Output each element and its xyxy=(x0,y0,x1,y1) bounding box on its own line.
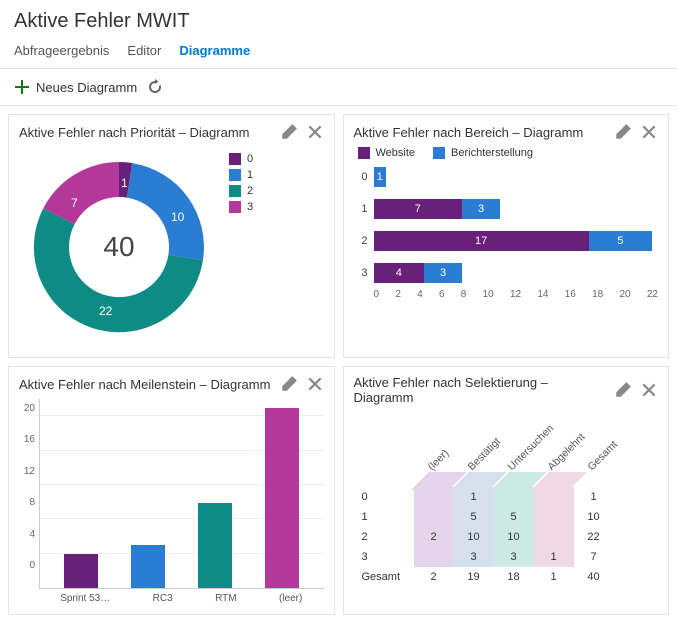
pivot-col-header: Abgelehnt xyxy=(545,431,587,473)
close-icon[interactable] xyxy=(640,381,658,399)
close-icon[interactable] xyxy=(306,375,324,393)
panel-priority: Aktive Fehler nach Priorität – Diagramm xyxy=(8,114,335,358)
panel-title: Aktive Fehler nach Selektierung – Diagra… xyxy=(354,375,607,405)
tab-editor[interactable]: Editor xyxy=(127,43,161,58)
refresh-icon[interactable] xyxy=(147,79,163,95)
close-icon[interactable] xyxy=(640,123,658,141)
hbar-legend: Website Berichterstellung xyxy=(358,147,659,159)
panel-title: Aktive Fehler nach Priorität – Diagramm xyxy=(19,125,272,140)
hbar-cat-label: 3 xyxy=(354,267,368,279)
close-icon[interactable] xyxy=(306,123,324,141)
hbar-cat-label: 2 xyxy=(354,235,368,247)
donut-label-2: 22 xyxy=(99,304,113,318)
pivot-col-header: Bestätigt xyxy=(465,436,502,473)
panel-selection: Aktive Fehler nach Selektierung – Diagra… xyxy=(343,366,670,615)
column-chart: 201612840 xyxy=(19,399,324,589)
column-bar xyxy=(64,554,98,588)
hbar-seg: 1 xyxy=(374,167,387,187)
x-axis: 0246810121416182022 xyxy=(374,289,659,300)
hbar-cat-label: 1 xyxy=(354,203,368,215)
donut-center: 40 xyxy=(103,231,134,263)
table-row: 3 3317 xyxy=(358,547,614,567)
legend-item: 0 xyxy=(247,153,253,165)
legend-item: 2 xyxy=(247,185,253,197)
legend-item: 1 xyxy=(247,169,253,181)
donut-label-3: 7 xyxy=(71,196,78,210)
tab-charts[interactable]: Diagramme xyxy=(179,43,250,58)
donut-label-0: 1 xyxy=(121,176,128,190)
hbar-seg: 3 xyxy=(462,199,500,219)
hbar-seg: 7 xyxy=(374,199,463,219)
panel-area: Aktive Fehler nach Bereich – Diagramm We… xyxy=(343,114,670,358)
donut-legend: 0 1 2 3 xyxy=(229,147,253,213)
panel-title: Aktive Fehler nach Bereich – Diagramm xyxy=(354,125,607,140)
hbar-seg: 17 xyxy=(374,231,589,251)
edit-icon[interactable] xyxy=(614,381,632,399)
hbar-chart: 0 1 1 7 3 2 17 5 3 4 xyxy=(354,165,659,283)
pivot-col-header: Gesamt xyxy=(585,439,619,473)
legend-item: Website xyxy=(376,147,416,159)
donut-chart: 1 10 22 7 40 xyxy=(19,147,219,347)
column-bar xyxy=(265,408,299,588)
hbar-seg: 3 xyxy=(424,263,462,283)
column-bar xyxy=(198,503,232,588)
page-title: Aktive Fehler MWIT xyxy=(0,0,677,39)
pivot-table: 0 11 1 5510 2 2101022 3 3317 Gesamt 21 xyxy=(358,487,614,587)
table-row: 1 5510 xyxy=(358,507,614,527)
toolbar: Neues Diagramm xyxy=(0,69,677,106)
hbar-seg: 5 xyxy=(589,231,652,251)
edit-icon[interactable] xyxy=(280,375,298,393)
donut-label-1: 10 xyxy=(171,210,185,224)
column-x-labels: Sprint 53…RC3RTM(leer) xyxy=(39,593,324,604)
legend-item: 3 xyxy=(247,201,253,213)
pivot-col-header: (leer) xyxy=(425,447,451,473)
new-chart-button[interactable]: Neues Diagramm xyxy=(14,79,137,95)
table-row: 2 2101022 xyxy=(358,527,614,547)
column-bar xyxy=(131,545,165,588)
tab-bar: Abfrageergebnis Editor Diagramme xyxy=(0,39,677,69)
panel-title: Aktive Fehler nach Meilenstein – Diagram… xyxy=(19,377,272,392)
plus-icon xyxy=(14,79,30,95)
edit-icon[interactable] xyxy=(280,123,298,141)
legend-item: Berichterstellung xyxy=(451,147,533,159)
tab-results[interactable]: Abfrageergebnis xyxy=(14,43,109,58)
hbar-cat-label: 0 xyxy=(354,171,368,183)
table-row-total: Gesamt 21918140 xyxy=(358,567,614,587)
panel-milestone: Aktive Fehler nach Meilenstein – Diagram… xyxy=(8,366,335,615)
edit-icon[interactable] xyxy=(614,123,632,141)
new-chart-label: Neues Diagramm xyxy=(36,80,137,95)
hbar-seg: 4 xyxy=(374,263,425,283)
pivot-chart: (leer) Bestätigt Untersuchen Abgelehnt G… xyxy=(354,411,659,591)
table-row: 0 11 xyxy=(358,487,614,507)
